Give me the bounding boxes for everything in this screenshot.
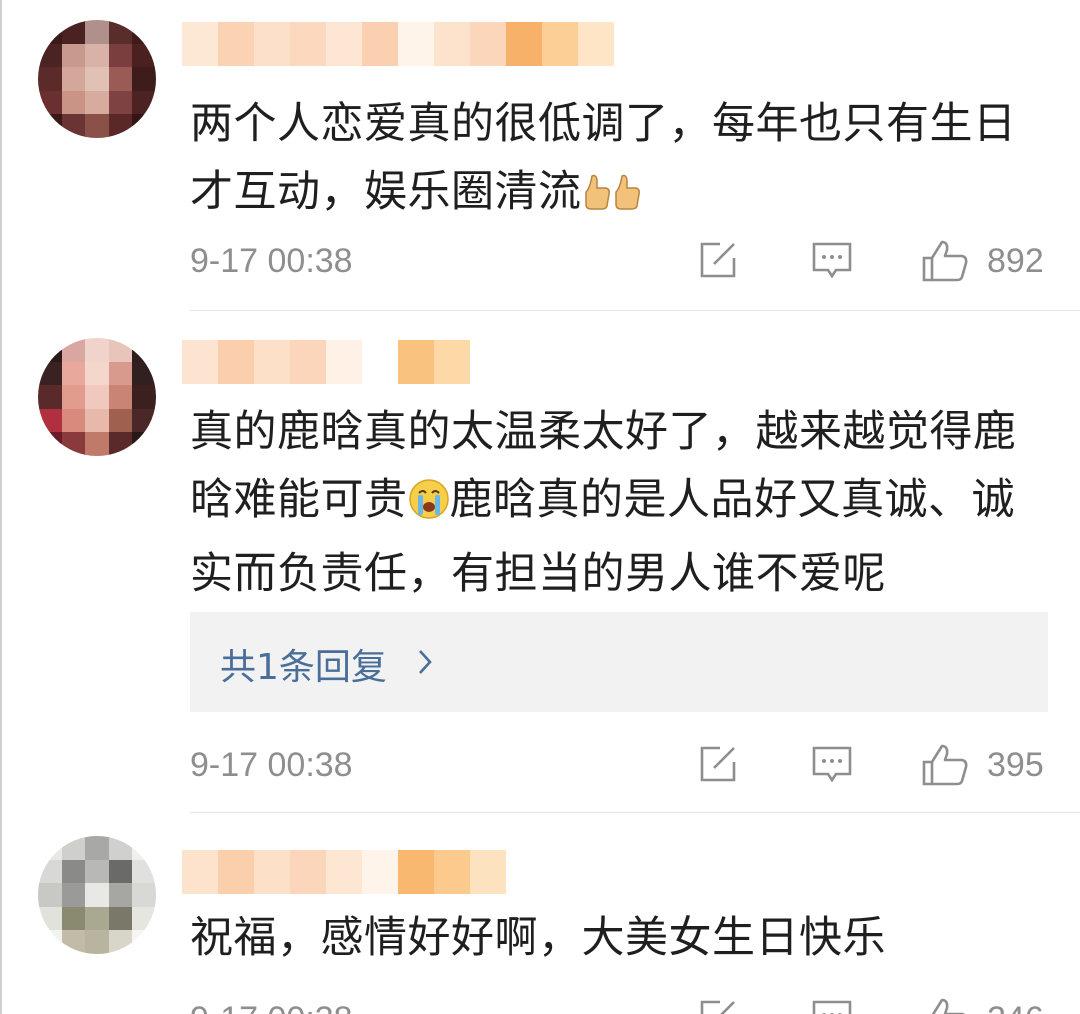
thumbs-up-icon[interactable] bbox=[920, 238, 970, 282]
thumbs-up-emoji bbox=[612, 164, 642, 232]
comment-item: 两个人恋爱真的很低调了，每年也只有生日才互动，娱乐圈清流 9-17 00:38 … bbox=[2, 0, 1080, 312]
username[interactable] bbox=[182, 22, 614, 66]
comment-icon[interactable] bbox=[810, 996, 854, 1014]
share-icon[interactable] bbox=[696, 742, 740, 786]
divider bbox=[190, 310, 1080, 311]
avatar[interactable] bbox=[38, 338, 156, 456]
replies-box[interactable]: 共1条回复 bbox=[190, 612, 1048, 712]
like-count: 246 bbox=[987, 1000, 1044, 1014]
share-icon[interactable] bbox=[696, 238, 740, 282]
comment-text: 真的鹿晗真的太温柔太好了，越来越觉得鹿晗难能可贵 鹿晗真的是人品好又真诚、诚实而负… bbox=[190, 398, 1050, 608]
comment-text: 两个人恋爱真的很低调了，每年也只有生日才互动，娱乐圈清流 bbox=[190, 90, 1050, 232]
chevron-right-icon bbox=[415, 647, 435, 681]
avatar[interactable] bbox=[38, 836, 156, 954]
timestamp: 9-17 00:38 bbox=[190, 242, 353, 280]
thumbs-up-emoji bbox=[582, 164, 612, 232]
username[interactable] bbox=[182, 850, 506, 894]
timestamp: 9-17 00:38 bbox=[190, 1000, 353, 1014]
avatar[interactable] bbox=[38, 20, 156, 138]
timestamp: 9-17 00:38 bbox=[190, 746, 353, 784]
username[interactable] bbox=[182, 340, 470, 384]
comment-meta: 9-17 00:38 246 bbox=[190, 994, 1050, 1014]
thumbs-up-icon[interactable] bbox=[920, 742, 970, 786]
comment-list: 两个人恋爱真的很低调了，每年也只有生日才互动，娱乐圈清流 9-17 00:38 … bbox=[0, 0, 1080, 1014]
comment-icon[interactable] bbox=[810, 238, 854, 282]
divider bbox=[190, 812, 1080, 813]
like-count: 395 bbox=[987, 746, 1044, 784]
like-count: 892 bbox=[987, 242, 1044, 280]
comment-meta: 9-17 00:38 892 bbox=[190, 236, 1050, 286]
view-replies-link[interactable]: 共1条回复 bbox=[220, 638, 387, 690]
comment-text-body: 祝福，感情好好啊，大美女生日快乐 bbox=[190, 913, 886, 963]
comment-text: 祝福，感情好好啊，大美女生日快乐 bbox=[190, 904, 1050, 972]
thumbs-up-icon[interactable] bbox=[920, 996, 970, 1014]
share-icon[interactable] bbox=[696, 996, 740, 1014]
comment-item: 祝福，感情好好啊，大美女生日快乐 9-17 00:38 246 bbox=[2, 814, 1080, 1014]
crying-face-emoji bbox=[408, 472, 450, 540]
comment-icon[interactable] bbox=[810, 742, 854, 786]
comment-meta: 9-17 00:38 395 bbox=[190, 740, 1050, 790]
comment-item: 真的鹿晗真的太温柔太好了，越来越觉得鹿晗难能可贵 鹿晗真的是人品好又真诚、诚实而负… bbox=[2, 312, 1080, 814]
